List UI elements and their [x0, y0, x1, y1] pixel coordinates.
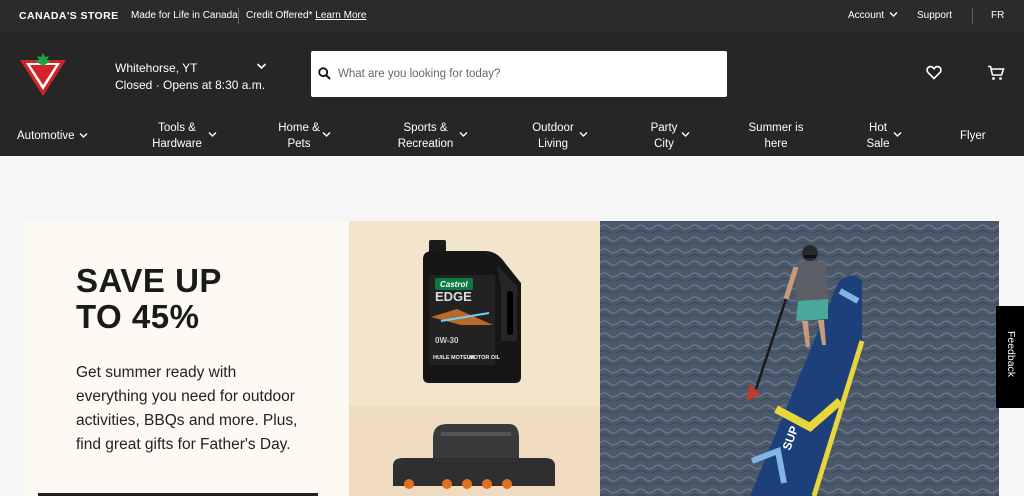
nav-label: Recreation: [397, 138, 454, 150]
account-menu[interactable]: Account: [848, 10, 898, 21]
chevron-down-icon: [579, 132, 588, 137]
main-content: SAVE UP TO 45% Get summer ready with eve…: [0, 156, 1024, 496]
category-nav: Automotive Tools & Hardware Home & Pets …: [0, 120, 1024, 156]
hero-headline-line: SAVE UP: [76, 262, 222, 299]
feedback-label: Feedback: [1005, 330, 1017, 378]
chevron-down-icon: [893, 132, 902, 137]
main-header: Whitehorse, YT Closed · Opens at 8:30 a.…: [0, 32, 1024, 156]
product-brand: Castrol: [440, 280, 468, 289]
store-hours: · Opens at 8:30 a.m.: [155, 78, 266, 92]
bbq-grill-image: [393, 424, 555, 489]
store-status: Closed: [115, 78, 153, 92]
top-bar: CANADA'S STORE Made for Life in Canada C…: [0, 0, 1024, 32]
cart-icon[interactable]: [987, 65, 1005, 81]
nav-label: Outdoor: [532, 122, 574, 134]
account-label: Account: [848, 10, 885, 21]
nav-summer-is-here[interactable]: Summer is here: [745, 120, 807, 152]
support-link[interactable]: Support: [917, 10, 952, 21]
canadian-tire-logo[interactable]: [18, 52, 68, 100]
learn-more-link[interactable]: Learn More: [315, 10, 366, 21]
nav-hot-sale[interactable]: Hot Sale: [862, 120, 902, 152]
nav-label: Sports &: [403, 122, 448, 134]
nav-tools-hardware[interactable]: Tools & Hardware: [146, 120, 217, 152]
nav-label: Tools &: [158, 122, 196, 134]
hero-body-text: Get summer ready with everything you nee…: [76, 364, 298, 453]
hero-headline: SAVE UP TO 45%: [76, 263, 222, 335]
product-name: EDGE: [435, 289, 472, 304]
store-selector[interactable]: Whitehorse, YT Closed · Opens at 8:30 a.…: [115, 60, 265, 94]
language-toggle[interactable]: FR: [991, 10, 1004, 21]
nav-sports-recreation[interactable]: Sports & Recreation: [393, 120, 468, 152]
chevron-down-icon: [681, 132, 690, 137]
bbq-panel: [349, 406, 600, 496]
nav-label: Automotive: [17, 130, 75, 142]
search-box[interactable]: [311, 51, 727, 97]
nav-label: Hardware: [152, 138, 202, 150]
product-sub2: MOTOR OIL: [469, 355, 501, 361]
store-status-line: Closed · Opens at 8:30 a.m.: [115, 77, 265, 94]
nav-label: Flyer: [960, 130, 986, 142]
search-input[interactable]: [338, 63, 718, 85]
nav-label: Home &: [278, 122, 320, 134]
nav-automotive[interactable]: Automotive: [17, 128, 88, 144]
divider: [972, 8, 973, 24]
nav-outdoor-living[interactable]: Outdoor Living: [526, 120, 588, 152]
nav-label: Party: [650, 122, 678, 134]
credit-text: Credit Offered*: [246, 10, 313, 21]
chevron-down-icon: [889, 12, 898, 17]
heart-icon[interactable]: [926, 65, 942, 80]
nav-label: here: [764, 138, 788, 150]
nav-label: Pets: [287, 138, 311, 150]
hero-promo-panel[interactable]: SAVE UP TO 45% Get summer ready with eve…: [25, 221, 349, 496]
chevron-down-icon: [322, 132, 331, 137]
nav-label: Summer is: [748, 122, 804, 134]
credit-offer: Credit Offered* Learn More: [246, 10, 366, 21]
brand-text: CANADA'S STORE: [19, 10, 119, 22]
chevron-down-icon: [208, 132, 217, 137]
motor-oil-image: Castrol EDGE 0W-30 HUILE MOTEUR MOTOR OI…: [423, 240, 521, 383]
feedback-tab[interactable]: Feedback: [996, 306, 1024, 408]
store-city: Whitehorse, YT: [115, 61, 198, 75]
nav-label: Hot: [869, 122, 887, 134]
divider: [238, 8, 239, 24]
nav-label: City: [654, 138, 674, 150]
nav-party-city[interactable]: Party City: [647, 120, 690, 152]
tagline: Made for Life in Canada: [131, 10, 238, 21]
search-icon[interactable]: [318, 67, 331, 80]
chevron-down-icon[interactable]: [256, 62, 267, 70]
product-grade: 0W-30: [435, 336, 459, 345]
nav-label: Sale: [866, 138, 890, 150]
paddleboard-photo: SUP: [600, 221, 999, 496]
nav-flyer[interactable]: Flyer: [960, 128, 986, 144]
hero-product-panel[interactable]: Castrol EDGE 0W-30 HUILE MOTEUR MOTOR OI…: [349, 221, 600, 496]
hero-headline-line: TO 45%: [76, 298, 200, 335]
chevron-down-icon: [79, 133, 88, 138]
nav-label: Living: [537, 138, 569, 150]
nav-home-pets[interactable]: Home & Pets: [270, 120, 331, 152]
chevron-down-icon: [459, 132, 468, 137]
hero-lifestyle-image[interactable]: SUP: [600, 221, 999, 496]
